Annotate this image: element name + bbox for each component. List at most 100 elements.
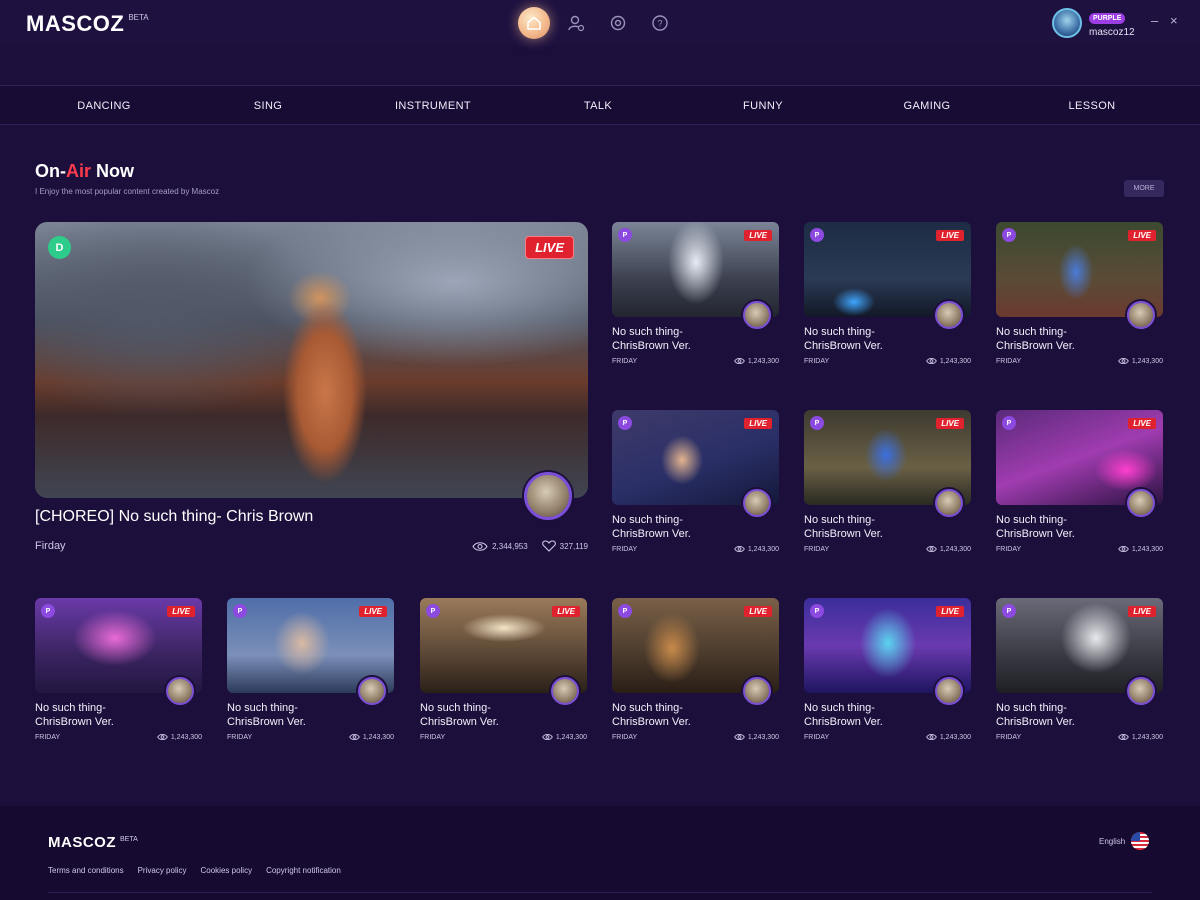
creator-badge: P: [426, 604, 440, 618]
stream-title[interactable]: No such thing-ChrisBrown Ver.: [996, 513, 1116, 541]
live-badge: LIVE: [936, 606, 964, 617]
stream-meta: FRIDAY 1,243,300: [996, 733, 1163, 741]
views-stat: 1,243,300: [1118, 357, 1163, 365]
stream-thumbnail[interactable]: P LIVE: [996, 222, 1163, 329]
category-gaming[interactable]: GAMING: [845, 86, 1009, 126]
stream-thumbnail[interactable]: P LIVE: [612, 222, 779, 329]
featured-title[interactable]: [CHOREO] No such thing- Chris Brown: [35, 508, 588, 526]
creator-avatar[interactable]: [166, 677, 194, 705]
creator-avatar[interactable]: [935, 489, 963, 517]
stream-card[interactable]: P LIVE No such thing-ChrisBrown Ver. FRIDAY…: [804, 410, 971, 553]
stream-card[interactable]: P LIVE No such thing-ChrisBrown Ver. FRIDAY…: [35, 598, 202, 741]
eye-icon: [926, 545, 937, 553]
creator-avatar[interactable]: [935, 677, 963, 705]
category-funny[interactable]: FUNNY: [681, 86, 845, 126]
close-icon[interactable]: ×: [1170, 13, 1178, 28]
stream-card[interactable]: P LIVE No such thing-ChrisBrown Ver. FRIDAY…: [804, 598, 971, 741]
stream-card[interactable]: P LIVE No such thing-ChrisBrown Ver. FRIDAY…: [996, 598, 1163, 741]
stream-title[interactable]: No such thing-ChrisBrown Ver.: [996, 325, 1116, 353]
eye-icon: [1118, 733, 1129, 741]
stream-title[interactable]: No such thing-ChrisBrown Ver.: [35, 701, 155, 729]
stream-card[interactable]: P LIVE No such thing-ChrisBrown Ver. FRIDAY…: [804, 222, 971, 365]
views-count: 1,243,300: [362, 733, 394, 741]
avatar[interactable]: [1052, 7, 1082, 38]
views-stat: 1,243,300: [926, 733, 971, 741]
user-settings-icon[interactable]: [560, 7, 592, 39]
stream-card[interactable]: P LIVE No such thing-ChrisBrown Ver. FRIDAY…: [612, 598, 779, 741]
creator-avatar[interactable]: [743, 677, 771, 705]
minimize-icon[interactable]: –: [1151, 13, 1158, 28]
stream-title[interactable]: No such thing-ChrisBrown Ver.: [804, 513, 924, 541]
stream-title[interactable]: No such thing-ChrisBrown Ver.: [804, 701, 924, 729]
stream-card[interactable]: P LIVE No such thing-ChrisBrown Ver. FRIDAY…: [996, 410, 1163, 553]
user-profile[interactable]: PURPLE mascoz12: [1052, 7, 1135, 38]
stream-title[interactable]: No such thing-ChrisBrown Ver.: [612, 513, 732, 541]
language-selector[interactable]: English: [1099, 832, 1150, 850]
featured-thumbnail[interactable]: D LIVE: [35, 222, 588, 498]
stream-card[interactable]: P LIVE No such thing-ChrisBrown Ver. FRIDAY…: [612, 222, 779, 365]
stream-thumbnail[interactable]: P LIVE: [804, 410, 971, 517]
live-badge: LIVE: [552, 606, 580, 617]
home-icon[interactable]: [518, 7, 550, 39]
category-sing[interactable]: SING: [186, 86, 350, 126]
creator-avatar[interactable]: [935, 301, 963, 329]
creator-avatar[interactable]: [551, 677, 579, 705]
stream-thumbnail[interactable]: P LIVE: [35, 598, 202, 705]
privacy-link[interactable]: Privacy policy: [138, 866, 187, 875]
views-count: 1,243,300: [1131, 357, 1163, 365]
eye-icon: [542, 733, 553, 741]
stream-card[interactable]: P LIVE No such thing-ChrisBrown Ver. FRIDAY…: [996, 222, 1163, 365]
stream-meta: FRIDAY 1,243,300: [612, 733, 779, 741]
creator-badge: P: [618, 228, 632, 242]
stream-card[interactable]: P LIVE No such thing-ChrisBrown Ver. FRIDAY…: [420, 598, 587, 741]
stream-card[interactable]: P LIVE No such thing-ChrisBrown Ver. FRIDAY…: [227, 598, 394, 741]
stream-thumbnail[interactable]: P LIVE: [227, 598, 394, 705]
stream-day: FRIDAY: [612, 545, 638, 553]
stream-title[interactable]: No such thing-ChrisBrown Ver.: [804, 325, 924, 353]
creator-avatar[interactable]: [1127, 301, 1155, 329]
creator-avatar[interactable]: [743, 489, 771, 517]
stream-thumbnail[interactable]: P LIVE: [612, 410, 779, 517]
eye-icon: [734, 357, 745, 365]
logo[interactable]: MASCOZ BETA: [26, 11, 149, 37]
creator-badge: P: [1002, 416, 1016, 430]
views-stat: 1,243,300: [542, 733, 587, 741]
cookies-link[interactable]: Cookies policy: [201, 866, 253, 875]
help-icon[interactable]: ?: [644, 7, 676, 39]
featured-stream[interactable]: D LIVE [CHOREO] No such thing- Chris Bro…: [35, 222, 588, 552]
creator-avatar[interactable]: [358, 677, 386, 705]
camera-icon[interactable]: [602, 7, 634, 39]
views-count: 1,243,300: [1131, 545, 1163, 553]
stream-card[interactable]: P LIVE No such thing-ChrisBrown Ver. FRIDAY…: [612, 410, 779, 553]
more-button[interactable]: MORE: [1124, 180, 1164, 197]
stream-thumbnail[interactable]: P LIVE: [612, 598, 779, 705]
creator-avatar[interactable]: [743, 301, 771, 329]
stream-title[interactable]: No such thing-ChrisBrown Ver.: [612, 701, 732, 729]
creator-avatar[interactable]: [1127, 489, 1155, 517]
stream-day: FRIDAY: [996, 545, 1022, 553]
category-talk[interactable]: TALK: [516, 86, 680, 126]
stream-thumbnail[interactable]: P LIVE: [996, 598, 1163, 705]
stream-title[interactable]: No such thing-ChrisBrown Ver.: [227, 701, 347, 729]
live-badge: LIVE: [744, 418, 772, 429]
stream-title[interactable]: No such thing-ChrisBrown Ver.: [612, 325, 732, 353]
stream-title[interactable]: No such thing-ChrisBrown Ver.: [996, 701, 1116, 729]
creator-badge: D: [48, 236, 71, 259]
category-instrument[interactable]: INSTRUMENT: [351, 86, 515, 126]
category-dancing[interactable]: DANCING: [22, 86, 186, 126]
stream-title[interactable]: No such thing-ChrisBrown Ver.: [420, 701, 540, 729]
category-lesson[interactable]: LESSON: [1010, 86, 1174, 126]
terms-link[interactable]: Terms and conditions: [48, 866, 124, 875]
stream-thumbnail[interactable]: P LIVE: [996, 410, 1163, 517]
footer-logo[interactable]: MASCOZ BETA: [48, 834, 138, 851]
stream-day: FRIDAY: [612, 733, 638, 741]
stream-thumbnail[interactable]: P LIVE: [804, 222, 971, 329]
copyright-link[interactable]: Copyright notification: [266, 866, 341, 875]
eye-icon: [1118, 545, 1129, 553]
stream-thumbnail[interactable]: P LIVE: [420, 598, 587, 705]
live-badge: LIVE: [744, 230, 772, 241]
featured-day: Firday: [35, 540, 66, 552]
stream-thumbnail[interactable]: P LIVE: [804, 598, 971, 705]
creator-avatar[interactable]: [1127, 677, 1155, 705]
creator-avatar[interactable]: [524, 472, 572, 520]
